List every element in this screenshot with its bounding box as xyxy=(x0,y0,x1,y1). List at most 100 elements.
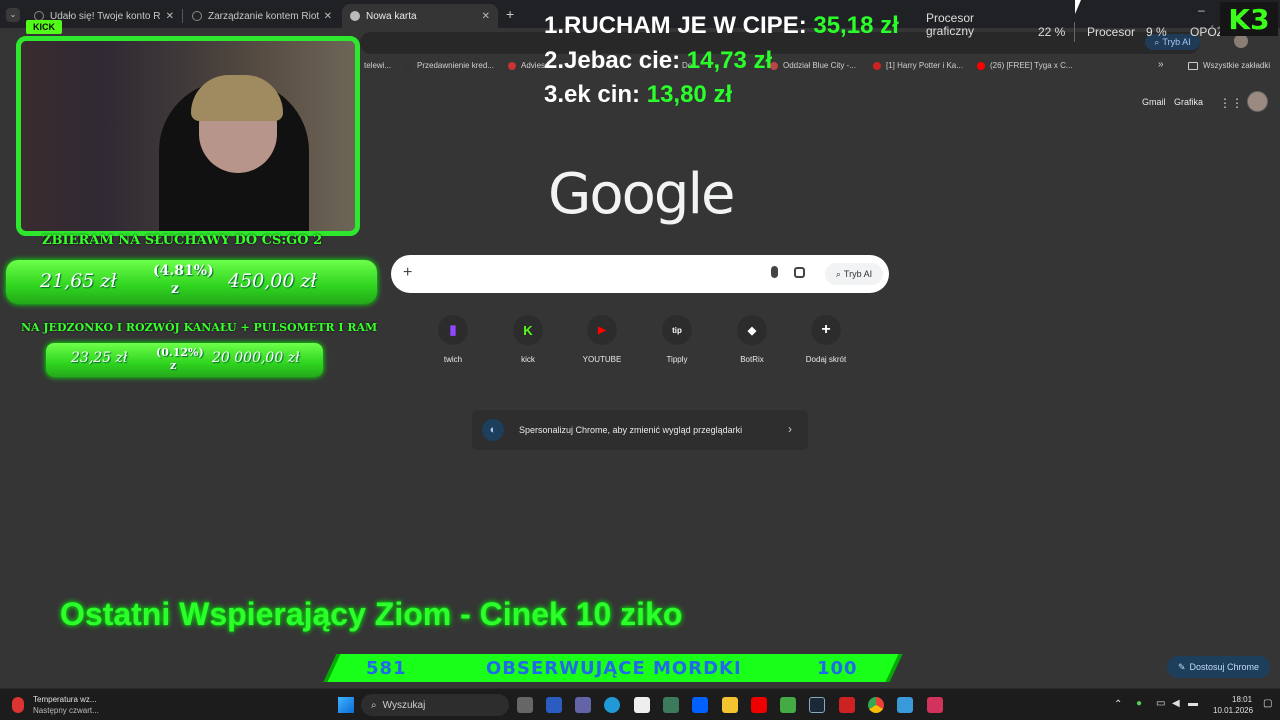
close-icon[interactable]: ✕ xyxy=(482,11,490,22)
mic-icon[interactable]: ● xyxy=(1136,698,1142,709)
bookmark-item[interactable]: (26) [FREE] Tyga x C... xyxy=(977,61,1073,70)
chevron-right-icon: › xyxy=(788,422,792,436)
bookmarks-overflow-icon[interactable]: » xyxy=(1158,59,1164,70)
windows-start-icon[interactable] xyxy=(338,697,354,713)
folder-icon xyxy=(1188,61,1198,70)
bookmark-favicon-icon xyxy=(404,61,412,70)
cpu-value: 9 % xyxy=(1146,25,1167,39)
close-icon[interactable]: ✕ xyxy=(324,11,332,22)
shortcut-twitch[interactable]: ▮ twich xyxy=(418,315,488,364)
goal1-title: ZBIERAM NA SŁUCHAWY DO CS:GO 2 xyxy=(42,233,323,248)
bookmark-item[interactable]: [1] Harry Potter i Ka... xyxy=(873,61,963,70)
goal2-unit: z xyxy=(170,359,177,372)
goal2-title: NA JEDZONKO I ROZWÓJ KANAŁU + PULSOMETR … xyxy=(21,321,378,334)
bookmark-item[interactable]: Advies xyxy=(508,61,545,70)
customize-chrome-button[interactable]: ✎ Dostosuj Chrome xyxy=(1167,656,1270,678)
bookmark-favicon-icon xyxy=(508,61,516,70)
youtube-icon[interactable] xyxy=(751,697,767,713)
tab-search-button[interactable]: ⌄ xyxy=(6,8,20,22)
followers-current: 581 xyxy=(366,658,407,679)
top-donor-3: 3.ek cin: 13,80 zł xyxy=(544,81,733,108)
personalize-chrome-banner[interactable]: ◐ Spersonalizuj Chrome, aby zmienić wygl… xyxy=(472,410,808,450)
search-ai-icon: ⌕ xyxy=(835,268,841,279)
google-logo: Google xyxy=(548,162,735,227)
all-bookmarks-button[interactable]: Wszystkie zakładki xyxy=(1188,61,1270,70)
battery-icon[interactable]: ▬ xyxy=(1188,698,1198,709)
shortcut-youtube[interactable]: ▶ YOUTUBE xyxy=(567,315,637,364)
taskbar-search[interactable]: ⌕ Wyszukaj xyxy=(361,694,509,716)
shortcut-kick[interactable]: K kick xyxy=(493,315,563,364)
webcam-hair xyxy=(191,75,283,121)
botrix-icon: ◆ xyxy=(737,315,767,345)
close-icon[interactable]: ✕ xyxy=(166,11,174,22)
app-icon[interactable] xyxy=(839,697,855,713)
riot-favicon-icon xyxy=(192,11,202,21)
network-icon[interactable]: ▭ xyxy=(1156,698,1165,709)
app-icon[interactable] xyxy=(663,697,679,713)
k3-logo: K3 xyxy=(1220,2,1278,36)
notifications-icon[interactable]: ▢ xyxy=(1263,698,1272,709)
app-icon[interactable] xyxy=(927,697,943,713)
tray-overflow-icon[interactable]: ⌃ xyxy=(1114,699,1122,710)
teams-icon[interactable] xyxy=(575,697,591,713)
shortcut-botrix[interactable]: ◆ BotRix xyxy=(717,315,787,364)
images-link[interactable]: Grafika xyxy=(1174,97,1203,107)
shortcut-add[interactable]: + Dodaj skrót xyxy=(791,315,861,364)
weather-title[interactable]: Temperatura wz... xyxy=(33,695,97,704)
apps-grid-icon[interactable]: ⋮⋮ xyxy=(1219,96,1243,110)
camera-search-icon[interactable] xyxy=(794,267,805,278)
tab-riot-account[interactable]: Zarządzanie kontem Riot ✕ xyxy=(184,4,340,28)
app-icon[interactable] xyxy=(897,697,913,713)
goal2-current: 23,25 zł xyxy=(71,350,128,366)
followers-label: OBSERWUJĄCE MORDKI xyxy=(486,658,742,679)
ai-mode-button[interactable]: ⌕ Tryb AI xyxy=(825,263,883,285)
task-view-icon[interactable] xyxy=(517,697,533,713)
clock-time[interactable]: 18:01 xyxy=(1232,695,1252,704)
account-avatar[interactable] xyxy=(1247,91,1268,112)
plus-icon[interactable]: + xyxy=(403,264,412,282)
goal1-unit: z xyxy=(171,281,179,297)
plus-icon: + xyxy=(811,315,841,345)
weather-icon[interactable] xyxy=(12,697,24,713)
profile-avatar[interactable] xyxy=(1234,34,1248,48)
last-supporter-banner: Ostatni Wspierający Ziom - Cinek 10 ziko xyxy=(60,596,683,632)
bookmark-item[interactable]: Przedawnienie kred... xyxy=(404,61,494,70)
app-icon[interactable] xyxy=(780,697,796,713)
youtube-favicon-icon xyxy=(977,61,985,70)
volume-icon[interactable]: ◀ xyxy=(1172,698,1180,709)
kick-icon: K xyxy=(513,315,543,345)
mouse-cursor-icon xyxy=(1075,0,1081,14)
bookmark-item[interactable]: telewi... xyxy=(364,61,391,70)
gmail-link[interactable]: Gmail xyxy=(1142,97,1166,107)
latency-label: OPÓŹ xyxy=(1190,25,1225,39)
palette-icon: ◐ xyxy=(482,419,504,441)
webcam-feed xyxy=(16,36,360,236)
store-icon[interactable] xyxy=(634,697,650,713)
edge-icon[interactable] xyxy=(604,697,620,713)
minimize-button[interactable]: – xyxy=(1198,3,1205,17)
gpu-value: 22 % xyxy=(1038,25,1066,39)
mic-icon[interactable] xyxy=(771,266,778,278)
file-explorer-icon[interactable] xyxy=(722,697,738,713)
chrome-icon[interactable] xyxy=(868,697,884,713)
tipply-icon: tip xyxy=(662,315,692,345)
goal2-percent: (0.12%) xyxy=(156,346,204,359)
shortcut-tipply[interactable]: tip Tipply xyxy=(642,315,712,364)
bookmark-item[interactable]: Oddział Blue City -... xyxy=(770,61,856,70)
weather-subtitle[interactable]: Następny czwart... xyxy=(33,706,99,715)
clock-date[interactable]: 10.01.2026 xyxy=(1213,706,1253,715)
kick-badge: KICK xyxy=(26,20,62,34)
top-donor-1: 1.RUCHAM JE W CIPE: 35,18 zł xyxy=(544,12,899,39)
dropbox-icon[interactable] xyxy=(692,697,708,713)
divider xyxy=(1074,22,1075,42)
search-icon: ⌕ xyxy=(371,699,377,711)
chrome-favicon-icon xyxy=(350,11,360,21)
steam-icon[interactable] xyxy=(809,697,825,713)
search-box[interactable]: + ⌕ Tryb AI xyxy=(391,255,889,293)
new-tab-button[interactable]: + xyxy=(506,6,514,22)
followers-target: 100 xyxy=(817,658,858,679)
goal1-percent: (4.81%) xyxy=(153,263,214,279)
app-icon[interactable] xyxy=(546,697,562,713)
windows-taskbar: Temperatura wz... Następny czwart... ⌕ W… xyxy=(0,688,1280,720)
tab-new-tab[interactable]: Nowa karta ✕ xyxy=(342,4,498,28)
